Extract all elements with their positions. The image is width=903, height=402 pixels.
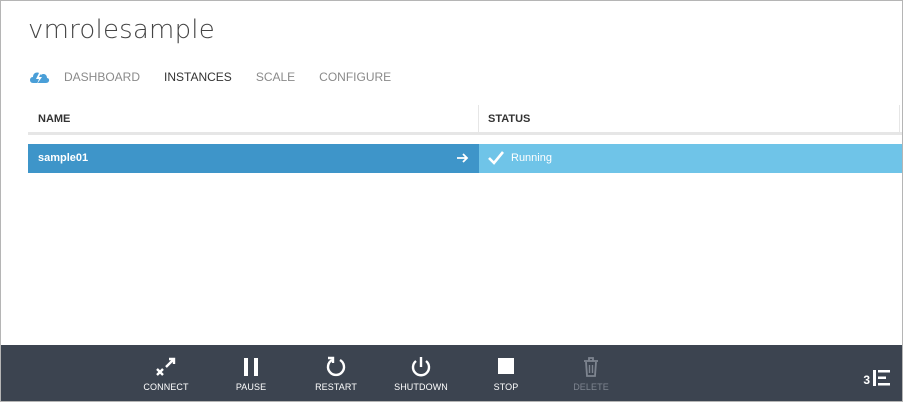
connect-button[interactable]: CONNECT: [131, 345, 201, 401]
instances-table: NAME STATUS sample01 Running: [28, 105, 902, 173]
instance-status: Running: [511, 152, 552, 164]
stop-button[interactable]: STOP: [471, 345, 541, 401]
command-bar: CONNECT PAUSE RESTART SHUTDOWN STOP DELE…: [1, 345, 902, 401]
restart-icon: [326, 356, 346, 377]
pause-label: PAUSE: [235, 382, 267, 392]
power-icon: [411, 357, 431, 377]
row-status-cell[interactable]: Running: [479, 144, 902, 173]
pause-icon: [244, 358, 258, 376]
restart-label: RESTART: [315, 382, 357, 392]
tab-dashboard[interactable]: DASHBOARD: [64, 70, 140, 84]
pause-button[interactable]: PAUSE: [216, 345, 286, 401]
cloud-service-icon: [30, 72, 50, 84]
trash-icon: [584, 357, 598, 377]
delete-button[interactable]: DELETE: [556, 345, 626, 401]
notification-stack-icon[interactable]: [873, 369, 891, 387]
page-title: vmrolesample: [28, 15, 215, 45]
portal-window: vmrolesample DASHBOARD INSTANCES SCALE C…: [0, 0, 903, 402]
tab-bar: DASHBOARD INSTANCES SCALE CONFIGURE: [28, 67, 415, 87]
instance-name: sample01: [38, 152, 89, 164]
column-header-status[interactable]: STATUS: [488, 113, 530, 125]
column-header-name[interactable]: NAME: [38, 113, 70, 125]
arrow-right-icon[interactable]: [456, 151, 470, 165]
row-name-cell[interactable]: sample01: [28, 144, 479, 173]
stop-label: STOP: [493, 382, 519, 392]
shutdown-button[interactable]: SHUTDOWN: [386, 345, 456, 401]
restart-button[interactable]: RESTART: [301, 345, 371, 401]
stop-icon: [498, 358, 514, 374]
shutdown-label: SHUTDOWN: [394, 382, 448, 392]
checkmark-icon: [488, 151, 504, 165]
connect-label: CONNECT: [143, 382, 189, 392]
tab-configure[interactable]: CONFIGURE: [319, 70, 391, 84]
column-divider: [899, 105, 900, 132]
delete-label: DELETE: [573, 382, 609, 392]
connect-icon: [156, 357, 176, 376]
column-divider: [478, 105, 479, 132]
tab-instances[interactable]: INSTANCES: [164, 70, 232, 84]
table-row[interactable]: sample01 Running: [28, 144, 902, 173]
tab-scale[interactable]: SCALE: [256, 70, 295, 84]
notification-count[interactable]: 3: [863, 373, 870, 387]
table-header: NAME STATUS: [28, 105, 902, 135]
